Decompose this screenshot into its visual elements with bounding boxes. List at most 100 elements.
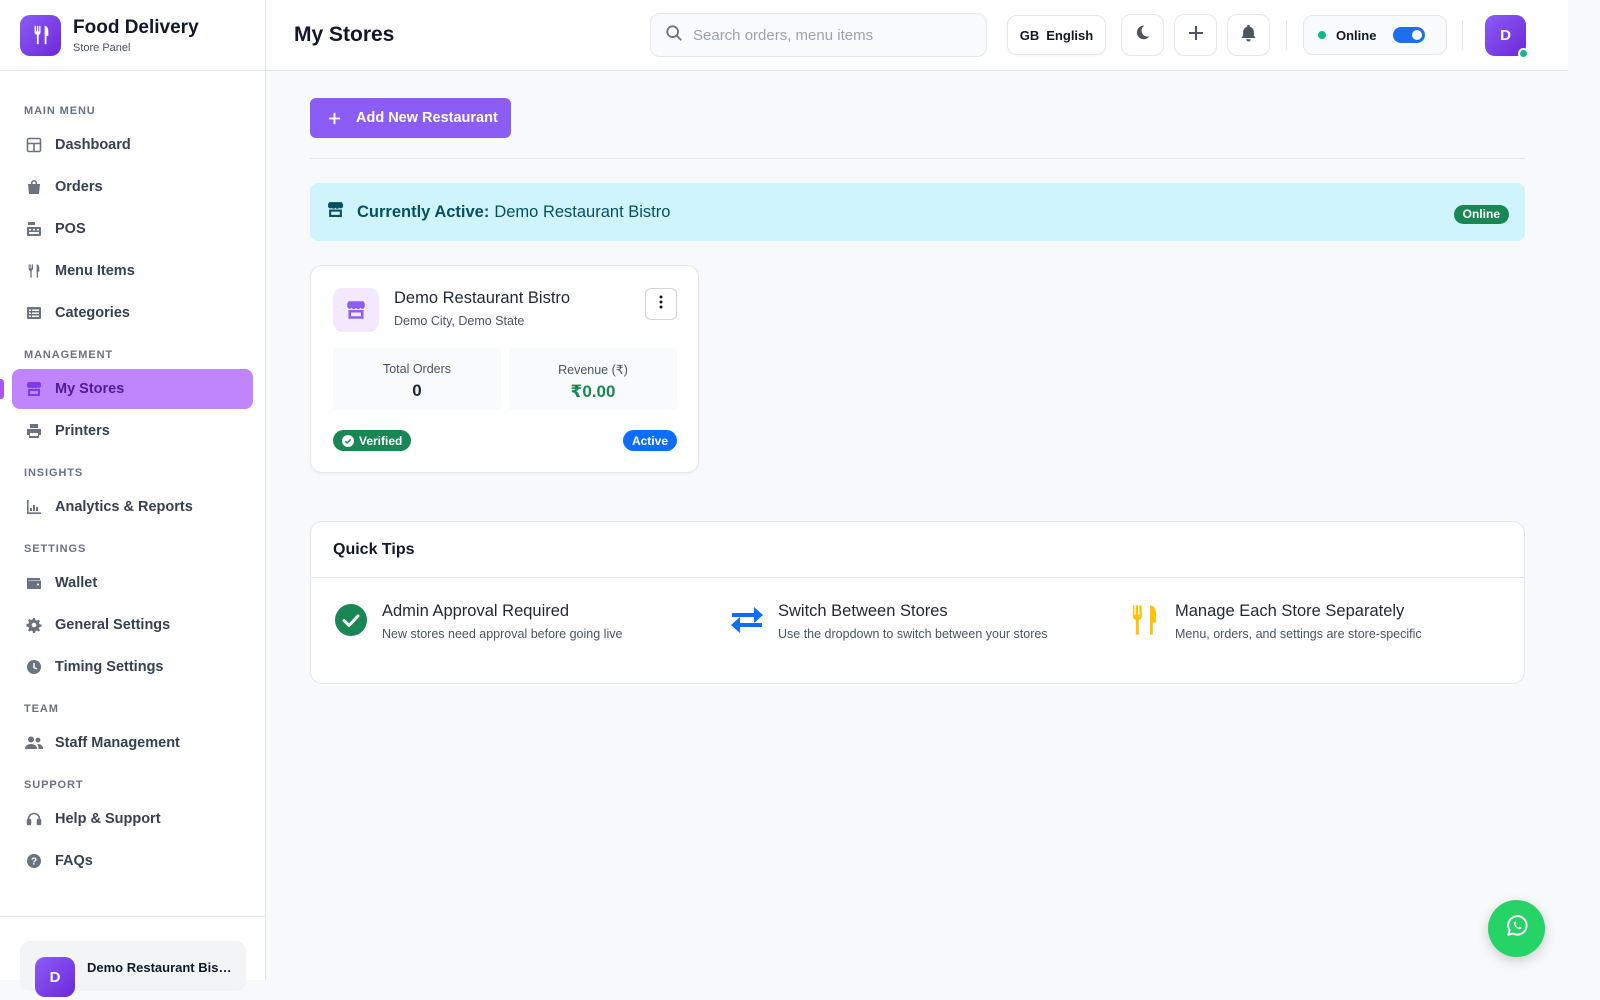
online-status-toggle[interactable]: Online — [1303, 15, 1447, 55]
quick-add-button[interactable] — [1174, 14, 1217, 56]
tip-title: Switch Between Stores — [778, 602, 948, 620]
active-store-banner: Currently Active: Demo Restaurant Bistro… — [310, 183, 1525, 241]
avatar-initial: D — [1500, 27, 1511, 44]
sidebar-item-label: Categories — [55, 305, 130, 321]
header-divider — [1286, 20, 1287, 50]
add-restaurant-label: Add New Restaurant — [356, 110, 498, 126]
printer-icon — [25, 422, 43, 440]
verified-label: Verified — [359, 433, 403, 448]
tip-description: New stores need approval before going li… — [382, 627, 623, 641]
language-code: GB — [1019, 27, 1040, 43]
verified-badge: Verified — [333, 430, 412, 451]
brand-subtitle: Store Panel — [73, 41, 131, 54]
plus-icon — [1187, 24, 1205, 47]
sidebar-item-label: Orders — [55, 179, 103, 195]
sidebar-item-label: Printers — [55, 423, 110, 439]
dashboard-icon — [25, 136, 43, 154]
sidebar-item-timing-settings[interactable]: Timing Settings — [12, 647, 253, 687]
add-restaurant-button[interactable]: Add New Restaurant — [310, 98, 511, 138]
tip-description: Menu, orders, and settings are store-spe… — [1175, 627, 1422, 641]
tip-item: Admin Approval Required New stores need … — [333, 602, 622, 641]
more-vertical-icon — [659, 295, 663, 314]
active-store-label: Currently Active: — [357, 202, 490, 221]
sidebar-item-my-stores[interactable]: My Stores — [0, 369, 253, 409]
svg-text:?: ? — [31, 857, 37, 868]
status-switch[interactable] — [1393, 27, 1426, 43]
active-store-name: Demo Restaurant Bistro — [494, 202, 671, 221]
notifications-button[interactable] — [1227, 14, 1270, 56]
status-dot — [1318, 31, 1326, 39]
check-circle-icon — [333, 602, 369, 638]
status-badge: Online — [1453, 205, 1509, 224]
section-divider — [310, 158, 1525, 159]
tip-item: Manage Each Store Separately Menu, order… — [1126, 602, 1422, 641]
moon-icon — [1134, 24, 1151, 46]
store-location: Demo City, Demo State — [394, 314, 525, 328]
brand-title: Food Delivery — [73, 16, 199, 38]
search-box — [650, 13, 987, 57]
page-title: My Stores — [294, 23, 395, 46]
stat-revenue: Revenue (₹) ₹0.00 — [509, 348, 677, 410]
theme-toggle-button[interactable] — [1121, 14, 1164, 56]
store-options-button[interactable] — [645, 288, 677, 320]
gear-icon — [25, 616, 43, 634]
language-selector[interactable]: GB English — [1007, 15, 1106, 55]
sidebar-item-label: General Settings — [55, 617, 171, 633]
status-label: Online — [1336, 27, 1377, 43]
tip-description: Use the dropdown to switch between your … — [778, 627, 1048, 641]
clock-icon — [25, 658, 43, 676]
sidebar-item-label: Menu Items — [55, 263, 135, 279]
store-card[interactable]: Demo Restaurant Bistro Demo City, Demo S… — [310, 265, 699, 473]
stat-total-orders: Total Orders 0 — [333, 348, 501, 410]
store-avatar: D — [35, 957, 75, 997]
sidebar-item-help-support[interactable]: Help & Support — [12, 799, 253, 839]
sidebar-item-label: POS — [55, 221, 86, 237]
sidebar-item-categories[interactable]: Categories — [12, 293, 253, 333]
sidebar-item-analytics[interactable]: Analytics & Reports — [12, 487, 253, 527]
stat-value: ₹0.00 — [570, 382, 616, 401]
user-avatar[interactable]: D — [1485, 15, 1529, 59]
brand[interactable]: Food Delivery Store Panel — [0, 0, 265, 71]
sidebar-item-menu-items[interactable]: Menu Items — [12, 251, 253, 291]
sidebar-footer: D Demo Restaurant Bistro — [0, 916, 265, 997]
sidebar-item-dashboard[interactable]: Dashboard — [12, 125, 253, 165]
sidebar: Food Delivery Store Panel MAIN MENU Dash… — [0, 0, 266, 997]
nav-section-title: SETTINGS — [24, 543, 87, 555]
cash-register-icon — [25, 220, 43, 238]
search-input[interactable] — [693, 26, 963, 44]
header-divider — [1462, 20, 1463, 50]
sidebar-item-printers[interactable]: Printers — [12, 411, 253, 451]
sidebar-item-label: Timing Settings — [55, 659, 164, 675]
sidebar-item-label: Wallet — [55, 575, 98, 591]
store-icon — [25, 380, 43, 398]
quick-tips-title: Quick Tips — [311, 522, 1524, 578]
nav-section-title: TEAM — [24, 703, 59, 715]
top-header: My Stores GB English Online D — [266, 0, 1568, 71]
users-icon — [25, 734, 43, 752]
online-indicator — [1518, 48, 1529, 59]
sidebar-item-label: Staff Management — [55, 735, 180, 751]
nav-section-title: MAIN MENU — [24, 105, 96, 117]
tip-item: Switch Between Stores Use the dropdown t… — [729, 602, 1048, 641]
nav-section-title: SUPPORT — [24, 779, 84, 791]
sidebar-item-general-settings[interactable]: General Settings — [12, 605, 253, 645]
utensils-icon — [1126, 602, 1162, 638]
sidebar-item-label: My Stores — [55, 381, 125, 397]
sidebar-item-label: FAQs — [55, 853, 93, 869]
store-switcher-name: Demo Restaurant Bistro — [87, 960, 233, 975]
sidebar-nav: MAIN MENU Dashboard Orders POS Menu Item… — [0, 71, 265, 881]
whatsapp-chat-button[interactable] — [1488, 900, 1545, 957]
tip-title: Manage Each Store Separately — [1175, 602, 1405, 620]
sidebar-item-staff-management[interactable]: Staff Management — [12, 723, 253, 763]
language-label: English — [1046, 27, 1094, 43]
sidebar-item-label: Dashboard — [55, 137, 131, 153]
sidebar-item-faqs[interactable]: ? FAQs — [12, 841, 253, 881]
headset-icon — [25, 810, 43, 828]
stat-value: 0 — [412, 381, 422, 400]
sidebar-item-wallet[interactable]: Wallet — [12, 563, 253, 603]
sidebar-item-pos[interactable]: POS — [12, 209, 253, 249]
stat-label: Revenue (₹) — [558, 363, 628, 377]
store-switcher[interactable]: D Demo Restaurant Bistro — [20, 941, 246, 997]
sidebar-item-orders[interactable]: Orders — [12, 167, 253, 207]
utensils-icon — [25, 262, 43, 280]
